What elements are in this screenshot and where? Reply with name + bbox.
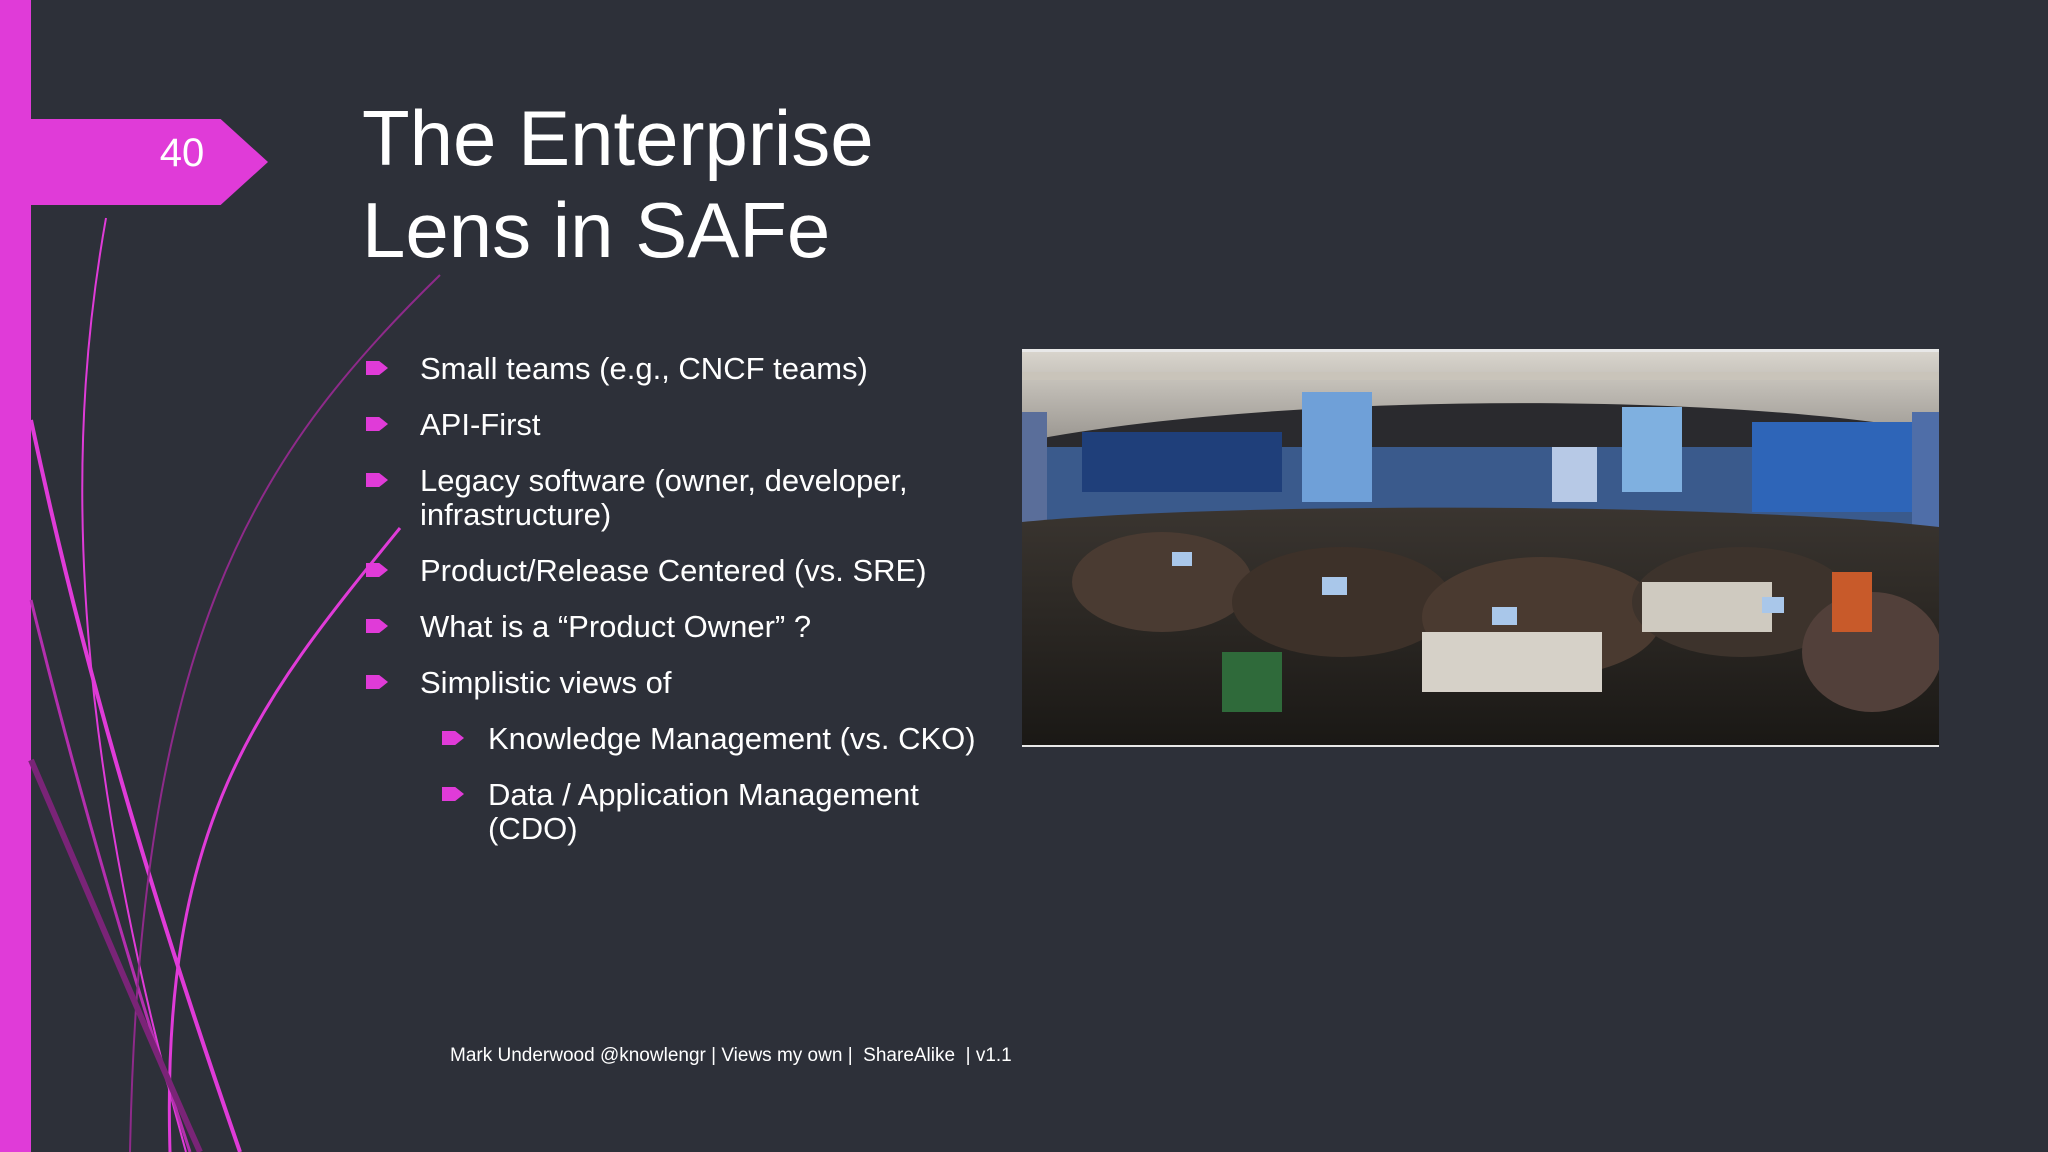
arrow-bullet-icon (442, 731, 464, 745)
slide-number: 40 (159, 131, 205, 175)
arrow-bullet-icon (442, 787, 464, 801)
bullet-item: What is a “Product Owner” ? (362, 610, 982, 644)
bullet-text: API-First (420, 407, 541, 442)
arrow-bullet-icon (366, 563, 388, 577)
bullet-list: Small teams (e.g., CNCF teams) API-First… (362, 352, 982, 868)
bullet-text: Small teams (e.g., CNCF teams) (420, 351, 868, 386)
panorama-image (1022, 352, 1939, 745)
sub-bullet-text: Knowledge Management (vs. CKO) (488, 721, 976, 756)
bullet-text: Legacy software (owner, developer, infra… (420, 463, 908, 532)
bullet-item: API-First (362, 408, 982, 442)
arrow-bullet-icon (366, 361, 388, 375)
slide-footer: Mark Underwood @knowlengr | Views my own… (450, 1045, 1012, 1066)
bullet-item: Simplistic views of (362, 666, 982, 700)
sub-bullet-item: Knowledge Management (vs. CKO) (362, 722, 982, 756)
conference-room-photo (1022, 349, 1939, 747)
bullet-item: Product/Release Centered (vs. SRE) (362, 554, 982, 588)
sub-bullet-item: Data / Application Management (CDO) (362, 778, 982, 846)
arrow-bullet-icon (366, 619, 388, 633)
bullet-text: Product/Release Centered (vs. SRE) (420, 553, 927, 588)
arrow-bullet-icon (366, 473, 388, 487)
bullet-text: What is a “Product Owner” ? (420, 609, 812, 644)
arrow-bullet-icon (366, 675, 388, 689)
slide-title-line1: The Enterprise (362, 94, 874, 182)
bullet-item: Small teams (e.g., CNCF teams) (362, 352, 982, 386)
sub-bullet-text: Data / Application Management (CDO) (488, 777, 919, 846)
bullet-text: Simplistic views of (420, 665, 672, 700)
slide-title: The Enterprise Lens in SAFe (362, 92, 1062, 276)
bullet-item: Legacy software (owner, developer, infra… (362, 464, 982, 532)
arrow-bullet-icon (366, 417, 388, 431)
slide-title-line2: Lens in SAFe (362, 186, 831, 274)
